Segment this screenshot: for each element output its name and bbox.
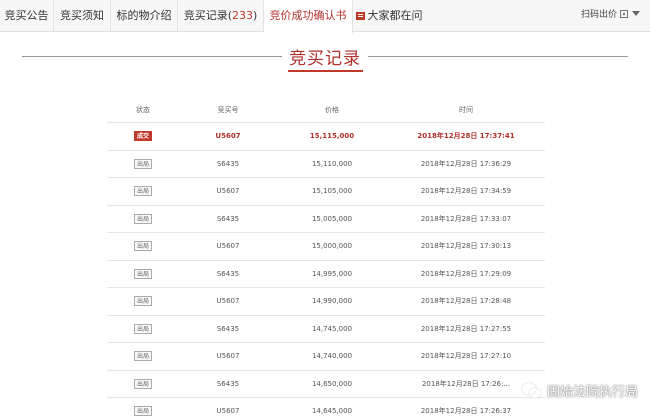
- time-cell: 2018年12月28日 17:33:07: [420, 214, 512, 223]
- tab-label: 大家都在问: [367, 9, 423, 22]
- status-badge: 出局: [133, 158, 152, 169]
- bid-count: 233: [232, 9, 253, 22]
- time-cell: 2018年12月28日 17:29:09: [420, 269, 512, 278]
- price-cell: 14,990,000: [311, 297, 353, 306]
- status-badge: 出局: [133, 296, 152, 307]
- note-icon: [355, 12, 365, 20]
- status-cell: 出局: [107, 178, 179, 205]
- status-cell: 成交: [107, 123, 179, 150]
- tab-success-confirmation[interactable]: 竞价成功确认书: [264, 0, 353, 33]
- header-time: 时间: [459, 105, 473, 114]
- status-badge: 出局: [133, 268, 152, 279]
- title-underline: [288, 70, 363, 72]
- price-cell: 14,745,000: [311, 324, 353, 333]
- status-cell: 出局: [107, 261, 179, 288]
- qr-code-icon: [620, 10, 628, 18]
- tab-bid-records[interactable]: 竞买记录(233): [178, 0, 264, 32]
- tab-auction-rules[interactable]: 竞买须知: [54, 0, 111, 32]
- bidder-cell: U5607: [216, 352, 240, 361]
- time-cell: 2018年12月28日 17:34:59: [420, 187, 512, 196]
- bidder-cell: S6435: [216, 214, 240, 223]
- tab-bar: 竞买公告 竞买须知 标的物介绍 竞买记录(233) 竞价成功确认书 大家都在问 …: [0, 0, 650, 33]
- table-row: 出局 S6435 14,745,000 2018年12月28日 17:27:55: [107, 316, 545, 343]
- status-cell: 出局: [107, 206, 179, 233]
- header-bidder: 竞买号: [217, 105, 239, 114]
- time-cell: 2018年12月28日 17:36:29: [420, 159, 512, 168]
- status-cell: 出局: [107, 233, 179, 260]
- status-badge: 出局: [133, 241, 152, 252]
- status-cell: 出局: [107, 316, 179, 343]
- price-cell: 15,000,000: [311, 242, 353, 251]
- table-row: 出局 S6435 14,650,000 2018年12月28日 17:26:...: [107, 371, 545, 398]
- tab-item-intro[interactable]: 标的物介绍: [111, 0, 178, 32]
- tab-label: 竞买须知: [60, 9, 104, 22]
- time-cell: 2018年12月28日 17:28:48: [420, 297, 512, 306]
- price-cell: 14,650,000: [311, 379, 353, 388]
- bidder-cell: U5607: [216, 407, 240, 416]
- status-badge: 出局: [133, 378, 152, 389]
- status-badge: 成交: [133, 131, 152, 142]
- time-cell: 2018年12月28日 17:26:37: [420, 407, 512, 416]
- table-row: 出局 S6435 14,995,000 2018年12月28日 17:29:09: [107, 261, 545, 288]
- tab-label: 竞价成功确认书: [269, 9, 347, 22]
- price-cell: 15,115,000: [309, 132, 355, 141]
- table-row: 出局 U5607 14,740,000 2018年12月28日 17:27:10: [107, 343, 545, 371]
- tab-auction-notice[interactable]: 竞买公告: [0, 0, 54, 32]
- status-cell: 出局: [107, 371, 179, 398]
- table-row: 成交 U5607 15,115,000 2018年12月28日 17:37:41: [107, 123, 545, 151]
- status-cell: 出局: [107, 343, 179, 370]
- bidder-cell: S6435: [216, 159, 240, 168]
- status-badge: 出局: [133, 406, 152, 417]
- wechat-icon: [521, 383, 542, 398]
- watermark: 固始法院执行局: [521, 381, 638, 400]
- price-cell: 15,005,000: [311, 214, 353, 223]
- status-badge: 出局: [133, 323, 152, 334]
- time-cell: 2018年12月28日 17:27:55: [420, 324, 512, 333]
- scan-label: 扫码出价: [580, 10, 617, 20]
- tab-label: 标的物介绍: [116, 9, 172, 22]
- bidder-cell: S6435: [216, 379, 240, 388]
- table-row: 出局 U5607 15,105,000 2018年12月28日 17:34:59: [107, 178, 545, 206]
- table-header: 状态 竞买号 价格 时间: [107, 97, 545, 123]
- watermark-text: 固始法院执行局: [546, 385, 638, 400]
- bidder-cell: S6435: [216, 324, 240, 333]
- bidder-cell: U5607: [216, 242, 240, 251]
- status-cell: 出局: [107, 151, 179, 178]
- bid-records-table: 状态 竞买号 价格 时间 成交 U5607 15,115,000 2018年12月28…: [107, 97, 545, 419]
- price-cell: 15,110,000: [311, 159, 353, 168]
- time-cell: 2018年12月28日 17:37:41: [417, 132, 515, 141]
- status-cell: 出局: [107, 288, 179, 315]
- price-cell: 14,645,000: [311, 407, 353, 416]
- section-title: 竞买记录: [289, 49, 361, 69]
- scan-to-bid[interactable]: 扫码出价: [581, 0, 640, 32]
- tab-label: 竞买公告: [4, 9, 49, 22]
- bidder-cell: U5607: [216, 297, 240, 306]
- price-cell: 14,995,000: [311, 269, 353, 278]
- price-cell: 14,740,000: [311, 352, 353, 361]
- status-badge: 出局: [133, 186, 152, 197]
- time-cell: 2018年12月28日 17:30:13: [420, 242, 512, 251]
- table-row: 出局 S6435 15,005,000 2018年12月28日 17:33:07: [107, 206, 545, 233]
- bidder-cell: S6435: [216, 269, 240, 278]
- tab-faq[interactable]: 大家都在问: [353, 0, 425, 32]
- header-status: 状态: [136, 105, 150, 114]
- table-row: 出局 U5607 14,990,000 2018年12月28日 17:28:48: [107, 288, 545, 316]
- table-row: 出局 U5607 15,000,000 2018年12月28日 17:30:13: [107, 233, 545, 261]
- table-row: 出局 S6435 15,110,000 2018年12月28日 17:36:29: [107, 151, 545, 178]
- price-cell: 15,105,000: [311, 187, 353, 196]
- status-badge: 出局: [133, 351, 152, 362]
- header-price: 价格: [325, 105, 339, 114]
- status-badge: 出局: [133, 213, 152, 224]
- table-row: 出局 U5607 14,645,000 2018年12月28日 17:26:37: [107, 398, 545, 419]
- bidder-cell: U5607: [216, 187, 240, 196]
- time-cell: 2018年12月28日 17:27:10: [420, 352, 512, 361]
- chevron-down-icon[interactable]: [632, 11, 640, 16]
- tab-label: 竞买记录: [183, 9, 228, 22]
- bidder-cell: U5607: [215, 132, 241, 141]
- status-cell: 出局: [107, 398, 179, 419]
